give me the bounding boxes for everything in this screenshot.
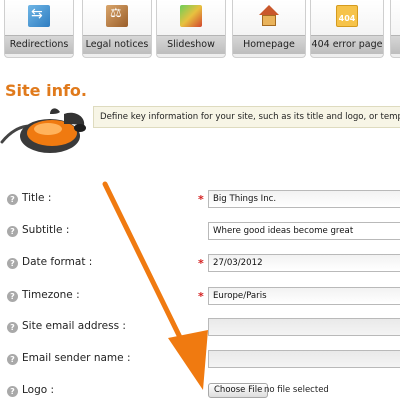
tab-legal-notices[interactable]: Legal notices (82, 0, 152, 58)
error-404-badge: 404 (338, 14, 356, 23)
tab-redirections[interactable]: Redirections (4, 0, 74, 58)
section-description: Define key information for your site, su… (93, 106, 400, 128)
form-row-site-email: ? Site email address : (0, 318, 400, 340)
form-row-email-sender: ? Email sender name : (0, 350, 400, 372)
help-icon[interactable]: ? (7, 226, 18, 237)
logo-label: Logo : (22, 384, 55, 396)
timezone-label: Timezone : (22, 289, 80, 301)
tab-homepage[interactable]: Homepage (232, 0, 306, 58)
email-sender-input[interactable] (208, 350, 400, 368)
subtitle-label: Subtitle : (22, 224, 70, 236)
title-input[interactable] (208, 190, 400, 208)
homepage-icon (258, 5, 280, 27)
date-format-label: Date format : (22, 256, 93, 268)
form-row-title: ? Title : * (0, 190, 400, 212)
title-label: Title : (22, 192, 52, 204)
help-icon[interactable]: ? (7, 194, 18, 205)
page-title: Site info. (5, 81, 87, 100)
file-status-text: no file selected (264, 385, 329, 395)
site-email-label: Site email address : (22, 320, 126, 332)
form-row-subtitle: ? Subtitle : (0, 222, 400, 244)
redirections-icon (28, 5, 50, 27)
tab-overflow[interactable] (390, 0, 400, 58)
tab-slideshow-label: Slideshow (157, 35, 225, 54)
tab-legal-notices-label: Legal notices (83, 35, 151, 54)
required-marker: * (198, 290, 204, 303)
site-email-input[interactable] (208, 318, 400, 336)
help-icon[interactable]: ? (7, 322, 18, 333)
help-icon[interactable]: ? (7, 386, 18, 397)
tab-redirections-label: Redirections (5, 35, 73, 54)
help-icon[interactable]: ? (7, 354, 18, 365)
tab-404-error-page[interactable]: 404 404 error page (310, 0, 384, 58)
help-icon[interactable]: ? (7, 291, 18, 302)
required-marker: * (198, 193, 204, 206)
mouse-mascot-icon (0, 108, 86, 153)
subtitle-input[interactable] (208, 222, 400, 240)
tab-404-error-page-label: 404 error page (311, 35, 383, 54)
form-row-date-format: ? Date format : * (0, 254, 400, 276)
error-404-icon: 404 (336, 5, 358, 27)
help-icon[interactable]: ? (7, 258, 18, 269)
slideshow-icon (180, 5, 202, 27)
email-sender-label: Email sender name : (22, 352, 131, 364)
form-row-logo: ? Logo : Choose File no file selected (0, 382, 400, 404)
tab-slideshow[interactable]: Slideshow (156, 0, 226, 58)
toolbar-tabs: Redirections Legal notices Slideshow Hom… (0, 0, 400, 62)
tab-overflow-label (391, 35, 400, 54)
date-format-input[interactable] (208, 254, 400, 272)
timezone-input[interactable] (208, 287, 400, 305)
required-marker: * (198, 257, 204, 270)
tab-homepage-label: Homepage (233, 35, 305, 54)
choose-file-button[interactable]: Choose File (208, 383, 269, 398)
legal-notices-icon (106, 5, 128, 27)
form-row-timezone: ? Timezone : * (0, 287, 400, 309)
